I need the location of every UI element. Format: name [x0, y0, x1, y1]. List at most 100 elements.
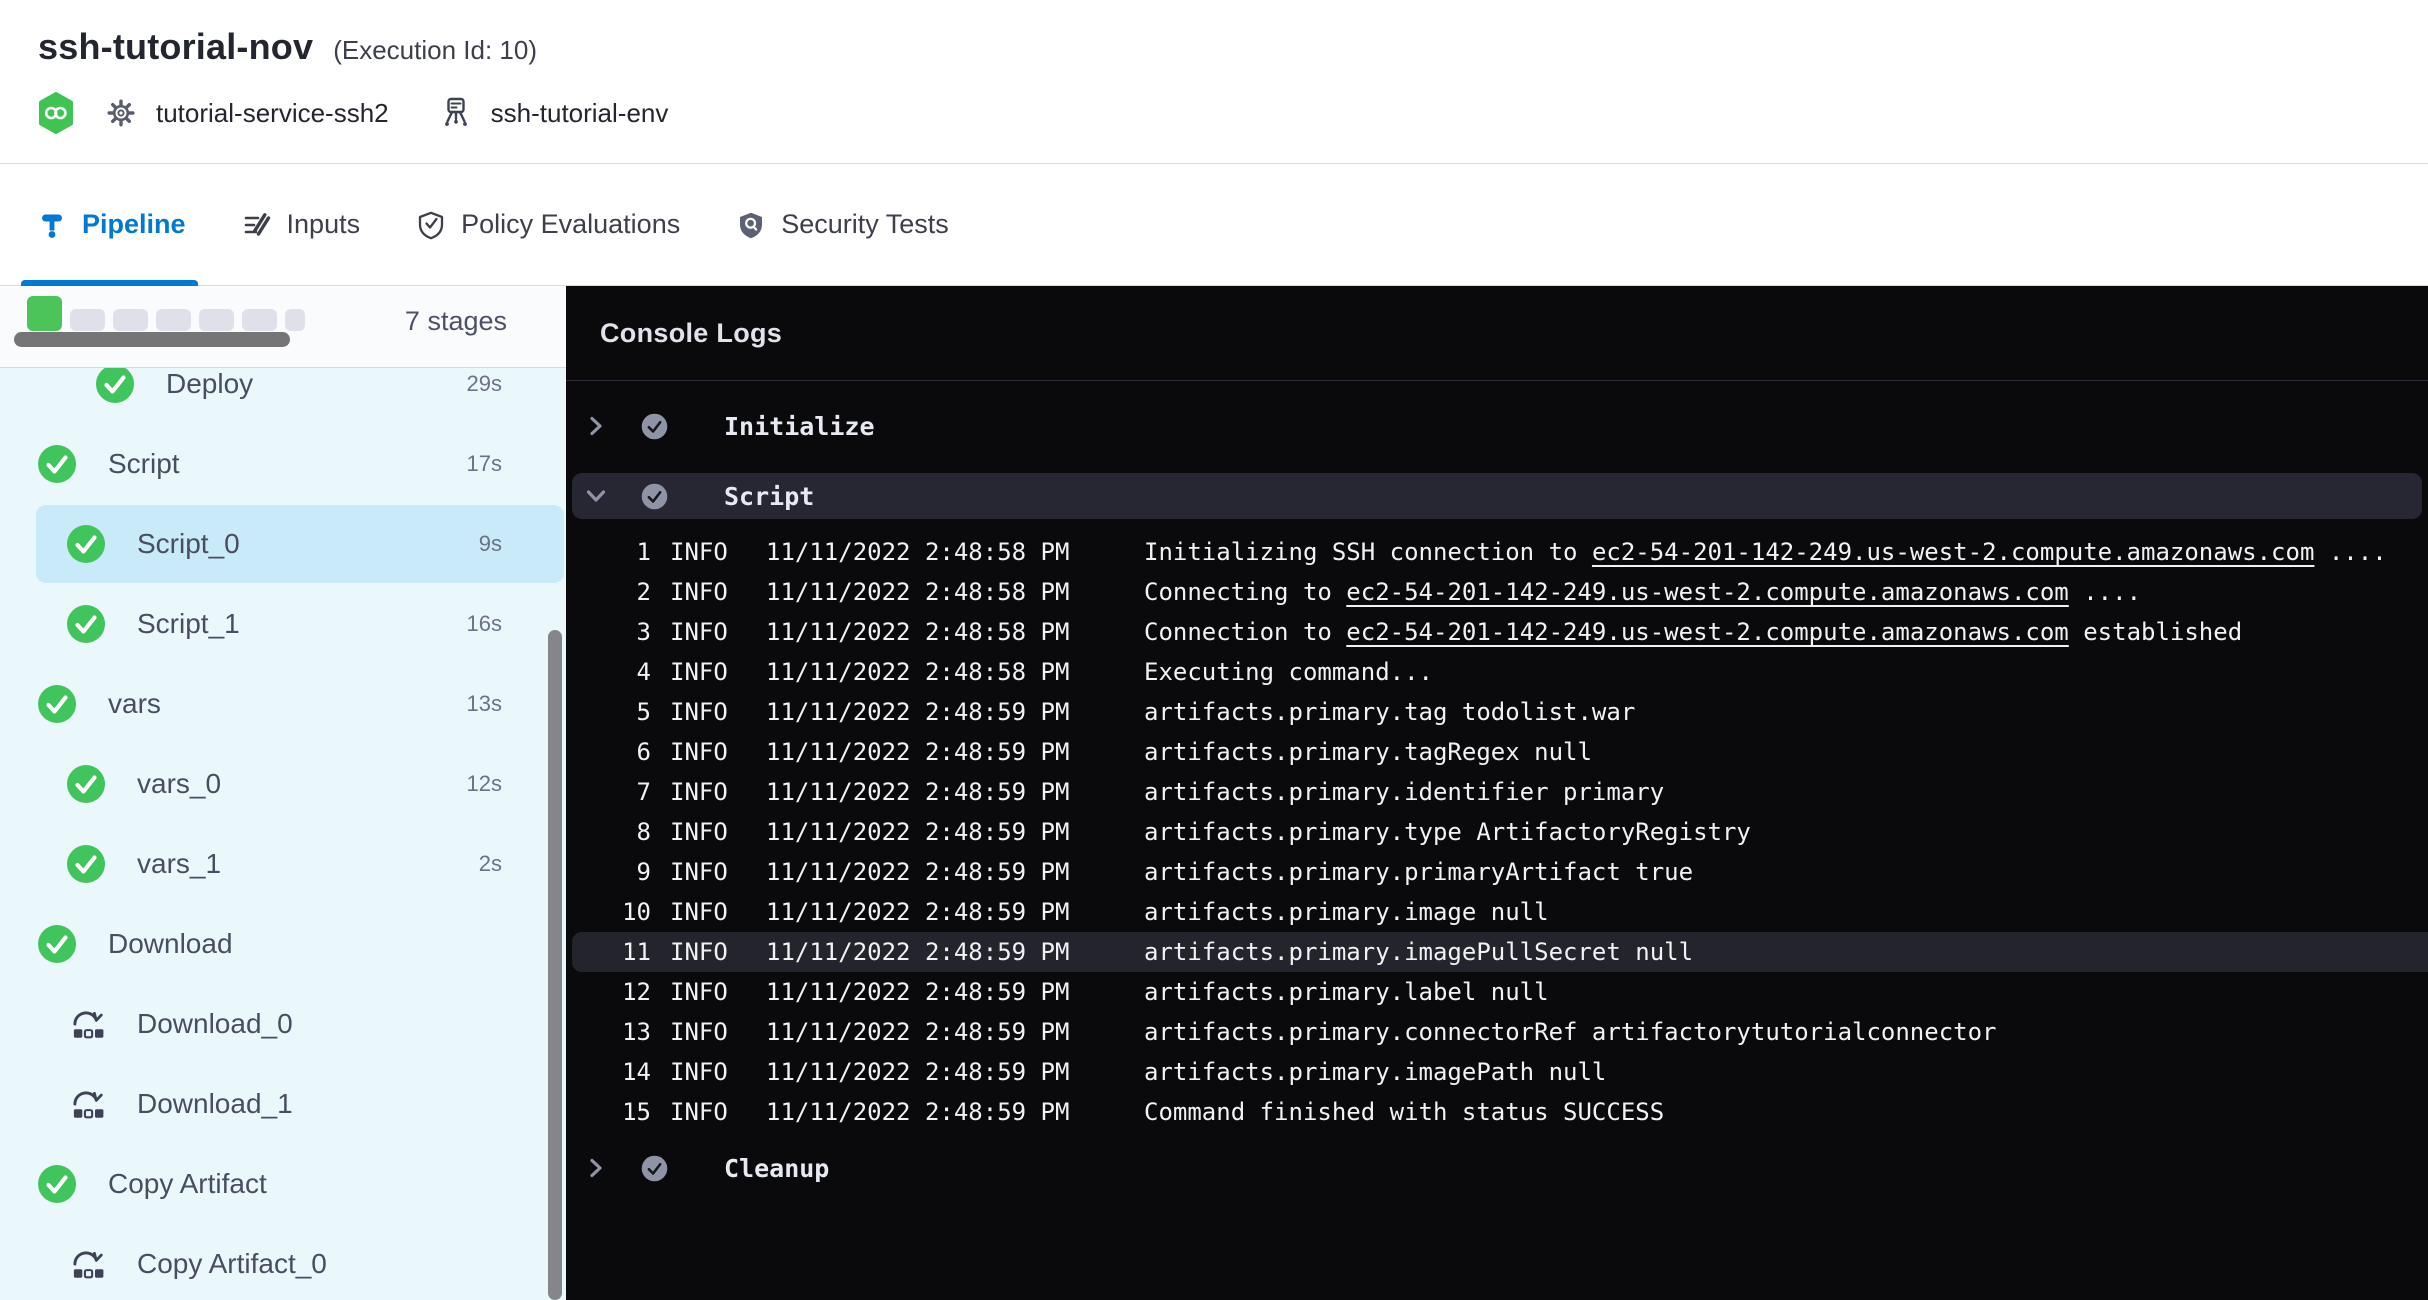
line-number: 15: [566, 1098, 651, 1126]
log-line[interactable]: 7 INFO 11/11/2022 2:48:59 PM artifacts.p…: [566, 772, 2428, 812]
section-check-badge-icon: [641, 483, 668, 510]
log-timestamp: 11/11/2022 2:48:58 PM: [766, 578, 1144, 606]
check-circle-icon: [38, 445, 76, 483]
host-link[interactable]: ec2-54-201-142-249.us-west-2.compute.ama…: [1592, 538, 2314, 566]
log-line[interactable]: 8 INFO 11/11/2022 2:48:59 PM artifacts.p…: [566, 812, 2428, 852]
log-line[interactable]: 3 INFO 11/11/2022 2:48:58 PM Connection …: [566, 612, 2428, 652]
log-level: INFO: [670, 1098, 766, 1126]
stage-row-download-1[interactable]: Download_1: [0, 1064, 566, 1144]
log-timestamp: 11/11/2022 2:48:58 PM: [766, 538, 1144, 566]
stage-row-script[interactable]: Script 17s: [0, 424, 566, 504]
stage-row-deploy[interactable]: Deploy 29s: [0, 368, 566, 424]
stage-row-script-0[interactable]: Script_0 9s: [0, 504, 566, 584]
tab-security-tests[interactable]: Security Tests: [720, 164, 965, 285]
log-message: Connecting to ec2-54-201-142-249.us-west…: [1144, 578, 2141, 606]
log-line[interactable]: 9 INFO 11/11/2022 2:48:59 PM artifacts.p…: [566, 852, 2428, 892]
section-label: Initialize: [724, 412, 875, 441]
host-link[interactable]: ec2-54-201-142-249.us-west-2.compute.ama…: [1346, 578, 2068, 606]
log-line[interactable]: 10 INFO 11/11/2022 2:48:59 PM artifacts.…: [566, 892, 2428, 932]
stage-label: Download_1: [137, 1088, 293, 1120]
line-number: 13: [566, 1018, 651, 1046]
log-section-script[interactable]: Script: [572, 473, 2422, 519]
stage-progress-square[interactable]: [70, 309, 105, 331]
check-circle-icon: [67, 605, 105, 643]
execution-id-label: (Execution Id: 10): [333, 35, 537, 66]
stage-label: vars_1: [137, 848, 221, 880]
environment-chip[interactable]: ssh-tutorial-env: [441, 96, 669, 130]
stage-progress-square-done[interactable]: [27, 296, 62, 331]
stage-progress-square[interactable]: [156, 309, 191, 331]
chevron-down-icon[interactable]: [584, 484, 608, 508]
tab-policy-evaluations[interactable]: Policy Evaluations: [400, 164, 696, 285]
log-line[interactable]: 5 INFO 11/11/2022 2:48:59 PM artifacts.p…: [566, 692, 2428, 732]
stage-list-scrollbar[interactable]: [548, 630, 562, 1300]
stage-progress-square[interactable]: [285, 309, 305, 331]
log-timestamp: 11/11/2022 2:48:59 PM: [766, 1098, 1144, 1126]
execution-meta-row: tutorial-service-ssh2: [38, 92, 2428, 134]
check-circle-icon: [96, 368, 134, 403]
command-step-icon: [67, 1085, 105, 1123]
execution-tabbar: Pipeline Inputs Policy Eval: [0, 164, 2428, 286]
tab-inputs[interactable]: Inputs: [226, 164, 377, 285]
check-circle-icon: [67, 765, 105, 803]
log-section-cleanup[interactable]: Cleanup: [566, 1145, 2428, 1191]
service-chip[interactable]: tutorial-service-ssh2: [106, 98, 389, 129]
log-level: INFO: [670, 938, 766, 966]
line-number: 6: [566, 738, 651, 766]
log-timestamp: 11/11/2022 2:48:59 PM: [766, 1018, 1144, 1046]
stage-duration: 2s: [479, 851, 502, 877]
stage-label: Script: [108, 448, 180, 480]
stage-progress-square[interactable]: [199, 309, 234, 331]
stage-progress-square[interactable]: [242, 309, 277, 331]
stage-duration: 17s: [467, 451, 502, 477]
stage-list: Deploy 29s Script 17s Script_0 9s Script…: [0, 368, 566, 1300]
section-check-badge-icon: [641, 1155, 668, 1182]
stage-count-label: 7 stages: [405, 286, 507, 356]
stage-progress-header: 7 stages: [0, 286, 566, 368]
console-panel: Console Logs Initialize Script 1 INFO: [566, 286, 2428, 1300]
log-message: artifacts.primary.imagePullSecret null: [1144, 938, 1693, 966]
stage-label: Script_1: [137, 608, 240, 640]
log-message: artifacts.primary.label null: [1144, 978, 1549, 1006]
security-shield-scan-icon: [736, 210, 766, 240]
log-line[interactable]: 14 INFO 11/11/2022 2:48:59 PM artifacts.…: [566, 1052, 2428, 1092]
log-message: Command finished with status SUCCESS: [1144, 1098, 1664, 1126]
log-line[interactable]: 15 INFO 11/11/2022 2:48:59 PM Command fi…: [566, 1092, 2428, 1132]
log-level: INFO: [670, 1058, 766, 1086]
log-line-highlighted[interactable]: 11 INFO 11/11/2022 2:48:59 PM artifacts.…: [572, 932, 2428, 972]
stage-label: Copy Artifact: [108, 1168, 267, 1200]
stage-row-vars-0[interactable]: vars_0 12s: [0, 744, 566, 824]
tab-pipeline[interactable]: Pipeline: [21, 164, 202, 285]
log-line[interactable]: 12 INFO 11/11/2022 2:48:59 PM artifacts.…: [566, 972, 2428, 1012]
line-number: 4: [566, 658, 651, 686]
stage-progress-scrollbar[interactable]: [14, 332, 290, 347]
execution-header: ssh-tutorial-nov (Execution Id: 10): [0, 0, 2428, 164]
log-line[interactable]: 2 INFO 11/11/2022 2:48:58 PM Connecting …: [566, 572, 2428, 612]
log-line[interactable]: 1 INFO 11/11/2022 2:48:58 PM Initializin…: [566, 532, 2428, 572]
log-message: artifacts.primary.type ArtifactoryRegist…: [1144, 818, 1751, 846]
log-line[interactable]: 6 INFO 11/11/2022 2:48:59 PM artifacts.p…: [566, 732, 2428, 772]
chevron-right-icon[interactable]: [584, 414, 608, 438]
log-line[interactable]: 13 INFO 11/11/2022 2:48:59 PM artifacts.…: [566, 1012, 2428, 1052]
check-circle-icon: [38, 1165, 76, 1203]
stage-row-script-1[interactable]: Script_1 16s: [0, 584, 566, 664]
host-link[interactable]: ec2-54-201-142-249.us-west-2.compute.ama…: [1346, 618, 2068, 646]
stage-row-download[interactable]: Download: [0, 904, 566, 984]
log-lines: 1 INFO 11/11/2022 2:48:58 PM Initializin…: [566, 532, 2428, 1132]
log-timestamp: 11/11/2022 2:48:58 PM: [766, 658, 1144, 686]
stage-row-vars-1[interactable]: vars_1 2s: [0, 824, 566, 904]
stage-row-copy-artifact-0[interactable]: Copy Artifact_0: [0, 1224, 566, 1300]
log-line[interactable]: 4 INFO 11/11/2022 2:48:58 PM Executing c…: [566, 652, 2428, 692]
main-split: 7 stages Deploy 29s Script 17s Script_0 …: [0, 286, 2428, 1300]
line-number: 9: [566, 858, 651, 886]
stage-row-vars[interactable]: vars 13s: [0, 664, 566, 744]
chevron-right-icon[interactable]: [584, 1156, 608, 1180]
gear-icon: [106, 98, 136, 128]
line-number: 7: [566, 778, 651, 806]
stage-progress-bar[interactable]: [27, 296, 327, 331]
stage-progress-square[interactable]: [113, 309, 148, 331]
policy-shield-check-icon: [416, 210, 446, 240]
stage-row-copy-artifact[interactable]: Copy Artifact: [0, 1144, 566, 1224]
stage-row-download-0[interactable]: Download_0: [0, 984, 566, 1064]
log-section-initialize[interactable]: Initialize: [566, 403, 2428, 449]
